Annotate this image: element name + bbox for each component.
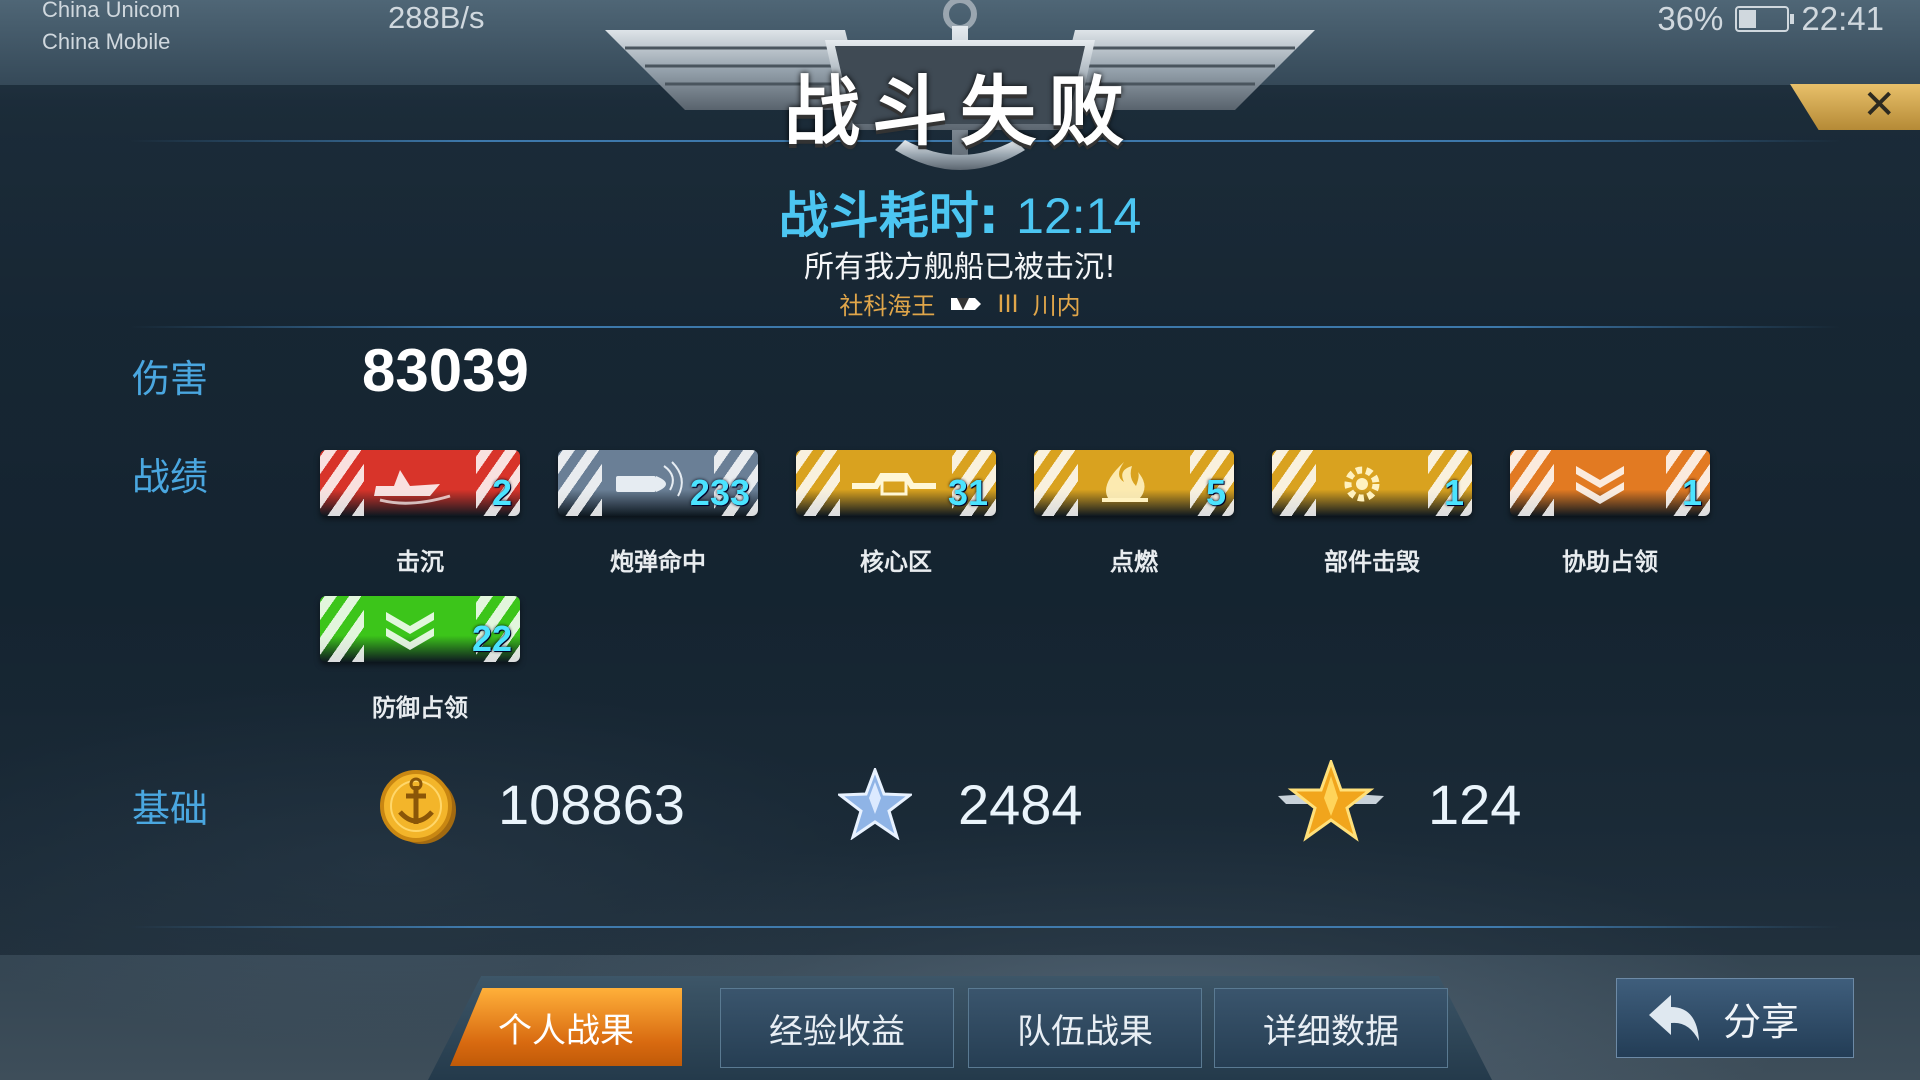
achievement-badge: 233 bbox=[558, 450, 758, 516]
ship-tier: III bbox=[997, 289, 1019, 318]
ship-name: 川内 bbox=[1032, 292, 1081, 320]
player-ship-info: 社科海王 III 川内 bbox=[0, 286, 1920, 321]
tab-label: 个人战果 bbox=[498, 1010, 634, 1051]
achievement-label: 炮弹命中 bbox=[610, 548, 706, 576]
tab-label: 经验收益 bbox=[769, 1011, 905, 1052]
achievement-count: 2 bbox=[491, 472, 512, 513]
carrier-info: China Unicom China Mobile bbox=[42, 0, 180, 58]
achievement-count: 22 bbox=[471, 618, 512, 659]
defeat-emblem: 战斗失败 bbox=[595, 0, 1325, 180]
coins-value: 108863 bbox=[498, 773, 685, 836]
clock: 22:41 bbox=[1801, 0, 1884, 37]
achievement-count: 31 bbox=[947, 472, 988, 513]
captain-exp-value: 124 bbox=[1428, 773, 1522, 836]
core-icon bbox=[852, 473, 936, 496]
carrier-2: China Mobile bbox=[42, 29, 171, 54]
gear-icon bbox=[1344, 466, 1380, 502]
achievement-count: 233 bbox=[689, 472, 750, 513]
tab-experience[interactable]: 经验收益 bbox=[720, 988, 954, 1068]
share-arrow-icon bbox=[1649, 995, 1699, 1041]
network-speed: 288B/s bbox=[388, 0, 485, 35]
battle-duration: 战斗耗时: 12:14 bbox=[0, 176, 1920, 248]
achievement-count: 1 bbox=[1681, 472, 1702, 513]
achievement-count: 5 bbox=[1205, 472, 1226, 513]
achievement-badge: 5 bbox=[1034, 450, 1234, 516]
close-icon[interactable]: ✕ bbox=[1862, 82, 1896, 128]
share-label: 分享 bbox=[1723, 999, 1800, 1044]
achievement-label: 击沉 bbox=[396, 548, 444, 576]
tab-detailed-data[interactable]: 详细数据 bbox=[1214, 988, 1448, 1068]
tab-personal-result[interactable]: 个人战果 bbox=[450, 988, 682, 1066]
achievement-label: 协助占领 bbox=[1562, 548, 1658, 576]
achievement-label: 部件击毁 bbox=[1324, 548, 1420, 576]
battery-icon bbox=[1735, 6, 1795, 32]
battery-percent: 36% bbox=[1657, 0, 1724, 37]
chevron-icon bbox=[1576, 466, 1624, 504]
duration-label: 战斗耗时: bbox=[778, 187, 999, 245]
damage-label: 伤害 bbox=[132, 357, 209, 401]
achievement-badge: 2 bbox=[320, 450, 520, 516]
experience-value: 2484 bbox=[958, 773, 1083, 836]
coin-icon bbox=[380, 770, 456, 844]
achievement-label: 防御占领 bbox=[372, 694, 468, 722]
fire-icon bbox=[1102, 462, 1148, 502]
achievement-label: 核心区 bbox=[860, 548, 932, 576]
tab-team-result[interactable]: 队伍战果 bbox=[968, 988, 1202, 1068]
achievement-label: 点燃 bbox=[1110, 548, 1158, 576]
bottom-divider bbox=[130, 926, 1840, 928]
ship-icon bbox=[374, 470, 451, 505]
achievement-badge: 22 bbox=[320, 596, 520, 662]
player-name: 社科海王 bbox=[839, 292, 936, 320]
experience-star-icon bbox=[838, 768, 912, 840]
base-label: 基础 bbox=[132, 787, 209, 831]
carrier-1: China Unicom bbox=[42, 0, 181, 22]
captain-exp-star-icon bbox=[1278, 760, 1384, 842]
battle-result-title: 战斗失败 bbox=[784, 67, 1136, 156]
tab-label: 详细数据 bbox=[1263, 1011, 1399, 1052]
achievement-count: 1 bbox=[1443, 472, 1464, 513]
chevron-icon bbox=[386, 612, 434, 650]
achievement-badge: 1 bbox=[1272, 450, 1472, 516]
achievement-badge: 1 bbox=[1510, 450, 1710, 516]
defeat-reason: 所有我方舰船已被击沉! bbox=[803, 250, 1117, 285]
nation-flag-icon bbox=[951, 297, 982, 310]
record-label: 战绩 bbox=[132, 455, 209, 499]
header-divider bbox=[130, 326, 1840, 328]
achievement-badge: 31 bbox=[796, 450, 996, 516]
share-button[interactable]: 分享 bbox=[1616, 978, 1854, 1058]
damage-value: 83039 bbox=[362, 337, 529, 404]
duration-value: 12:14 bbox=[1016, 188, 1142, 244]
status-right: 36% 22:41 bbox=[1657, 0, 1884, 38]
tab-label: 队伍战果 bbox=[1017, 1011, 1153, 1052]
